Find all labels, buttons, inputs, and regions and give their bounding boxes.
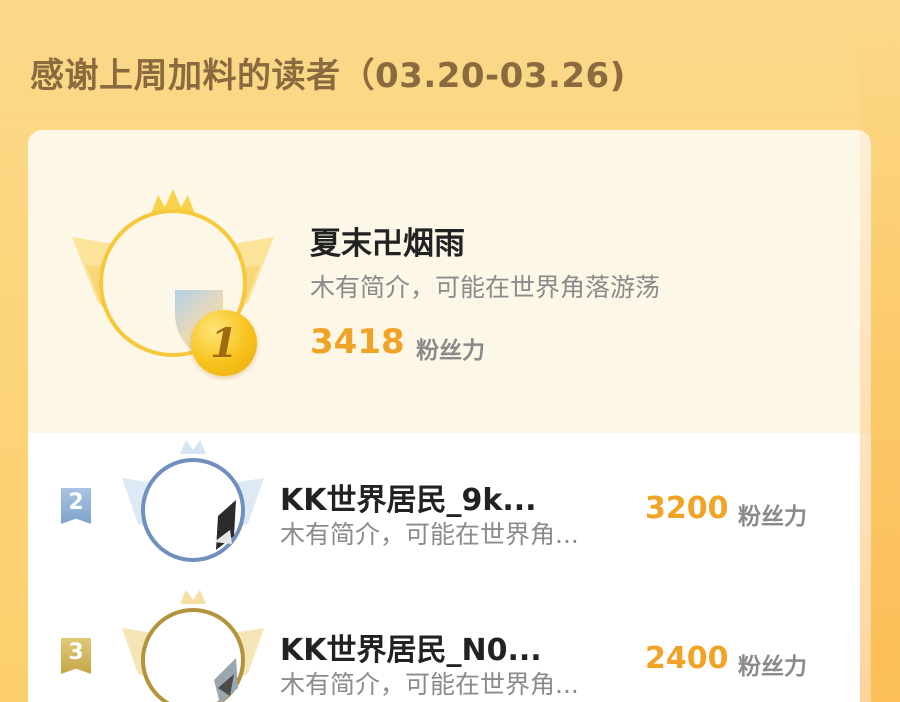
reader-ranking-card: 1 夏末卍烟雨 木有简介，可能在世界角落游荡 3418 粉丝力 2 KK世界居民…: [28, 130, 871, 702]
page-title: 感谢上周加料的读者（03.20-03.26): [30, 56, 626, 96]
reader-name[interactable]: 夏末卍烟雨: [310, 218, 465, 263]
fan-power-label: 粉丝力: [738, 654, 807, 680]
fan-power-score: 2400: [645, 641, 729, 676]
fan-power-label: 粉丝力: [738, 504, 807, 530]
top-reader-row[interactable]: 1 夏末卍烟雨 木有简介，可能在世界角落游荡 3418 粉丝力: [28, 130, 871, 433]
bronze-wreath-icon: [122, 590, 264, 702]
reader-bio: 木有简介，可能在世界角...: [280, 670, 579, 699]
rank-2-badge: 2: [61, 488, 91, 524]
rank-1-medal: 1: [191, 310, 257, 376]
reader-name[interactable]: KK世界居民_9k...: [280, 475, 537, 519]
reader-bio: 木有简介，可能在世界角落游荡: [310, 273, 661, 302]
reader-bio: 木有简介，可能在世界角...: [280, 520, 579, 549]
fan-power-score: 3200: [645, 491, 729, 526]
rank-3-badge: 3: [61, 638, 91, 674]
reader-row[interactable]: 3 KK世界居民_N0... 木有简介，可能在世界角... 2400 粉丝力: [28, 583, 871, 702]
reader-row[interactable]: 2 KK世界居民_9k... 木有简介，可能在世界角... 3200 粉丝力: [28, 433, 871, 583]
reader-name[interactable]: KK世界居民_N0...: [280, 625, 542, 669]
fan-power-score: 3418: [310, 322, 405, 362]
fan-power-label: 粉丝力: [416, 338, 485, 364]
silver-wreath-icon: [122, 440, 264, 562]
